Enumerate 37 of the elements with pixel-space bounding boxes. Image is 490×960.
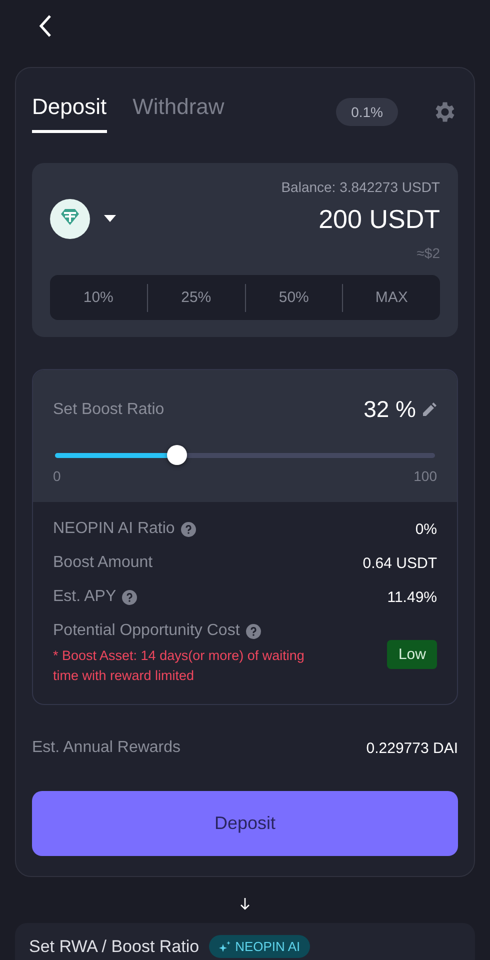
percent-button[interactable]: 50% xyxy=(244,284,342,312)
down-arrow-icon xyxy=(240,897,250,911)
boost-value: 32 % xyxy=(364,396,416,423)
caret-icon xyxy=(104,215,116,223)
slippage-button[interactable]: 0.1% xyxy=(336,98,398,126)
deposit-button[interactable]: Deposit xyxy=(32,791,458,856)
detail-label: Boost Amount xyxy=(53,554,153,572)
slider-thumb[interactable] xyxy=(166,445,187,465)
annual-value: 0.229773 DAI xyxy=(366,740,458,756)
help-icon[interactable] xyxy=(180,522,196,536)
max-label: 100 xyxy=(414,468,437,484)
percent-button[interactable]: MAX xyxy=(342,284,440,312)
ratio-title: Set RWA / Boost Ratio xyxy=(29,936,200,956)
token-icon xyxy=(50,199,90,239)
warning-text: * Boost Asset: 14 days(or more) of waiting time with reward limited xyxy=(53,647,306,685)
annual-label: Est. Annual Rewards xyxy=(32,739,181,757)
percent-button[interactable]: 10% xyxy=(50,284,147,312)
detail-label: NEOPIN AI Ratio xyxy=(53,520,175,538)
pencil-icon[interactable] xyxy=(422,402,437,417)
detail-value: 11.49% xyxy=(387,588,437,606)
detail-label: Est. APY xyxy=(53,588,116,606)
risk-badge: Low xyxy=(387,640,437,668)
tab[interactable]: Withdraw xyxy=(132,90,224,133)
boost-label: Set Boost Ratio xyxy=(53,400,164,418)
token-selector[interactable] xyxy=(50,199,116,239)
balance-text: Balance: 3.842273 USDT xyxy=(281,179,440,195)
min-label: 0 xyxy=(53,468,61,484)
help-icon[interactable] xyxy=(246,624,261,638)
detail-value: 0% xyxy=(415,520,437,538)
help-icon[interactable] xyxy=(122,590,138,604)
tab[interactable]: Deposit xyxy=(32,90,107,133)
percent-button[interactable]: 25% xyxy=(146,284,244,312)
detail-label: Potential Opportunity Cost xyxy=(53,622,240,640)
ai-badge: NEOPIN AI xyxy=(209,935,310,958)
detail-value: 0.64 USDT xyxy=(362,554,437,572)
amount-value[interactable]: 200 USDT xyxy=(318,204,440,234)
usd-value: ≈$2 xyxy=(416,245,440,261)
